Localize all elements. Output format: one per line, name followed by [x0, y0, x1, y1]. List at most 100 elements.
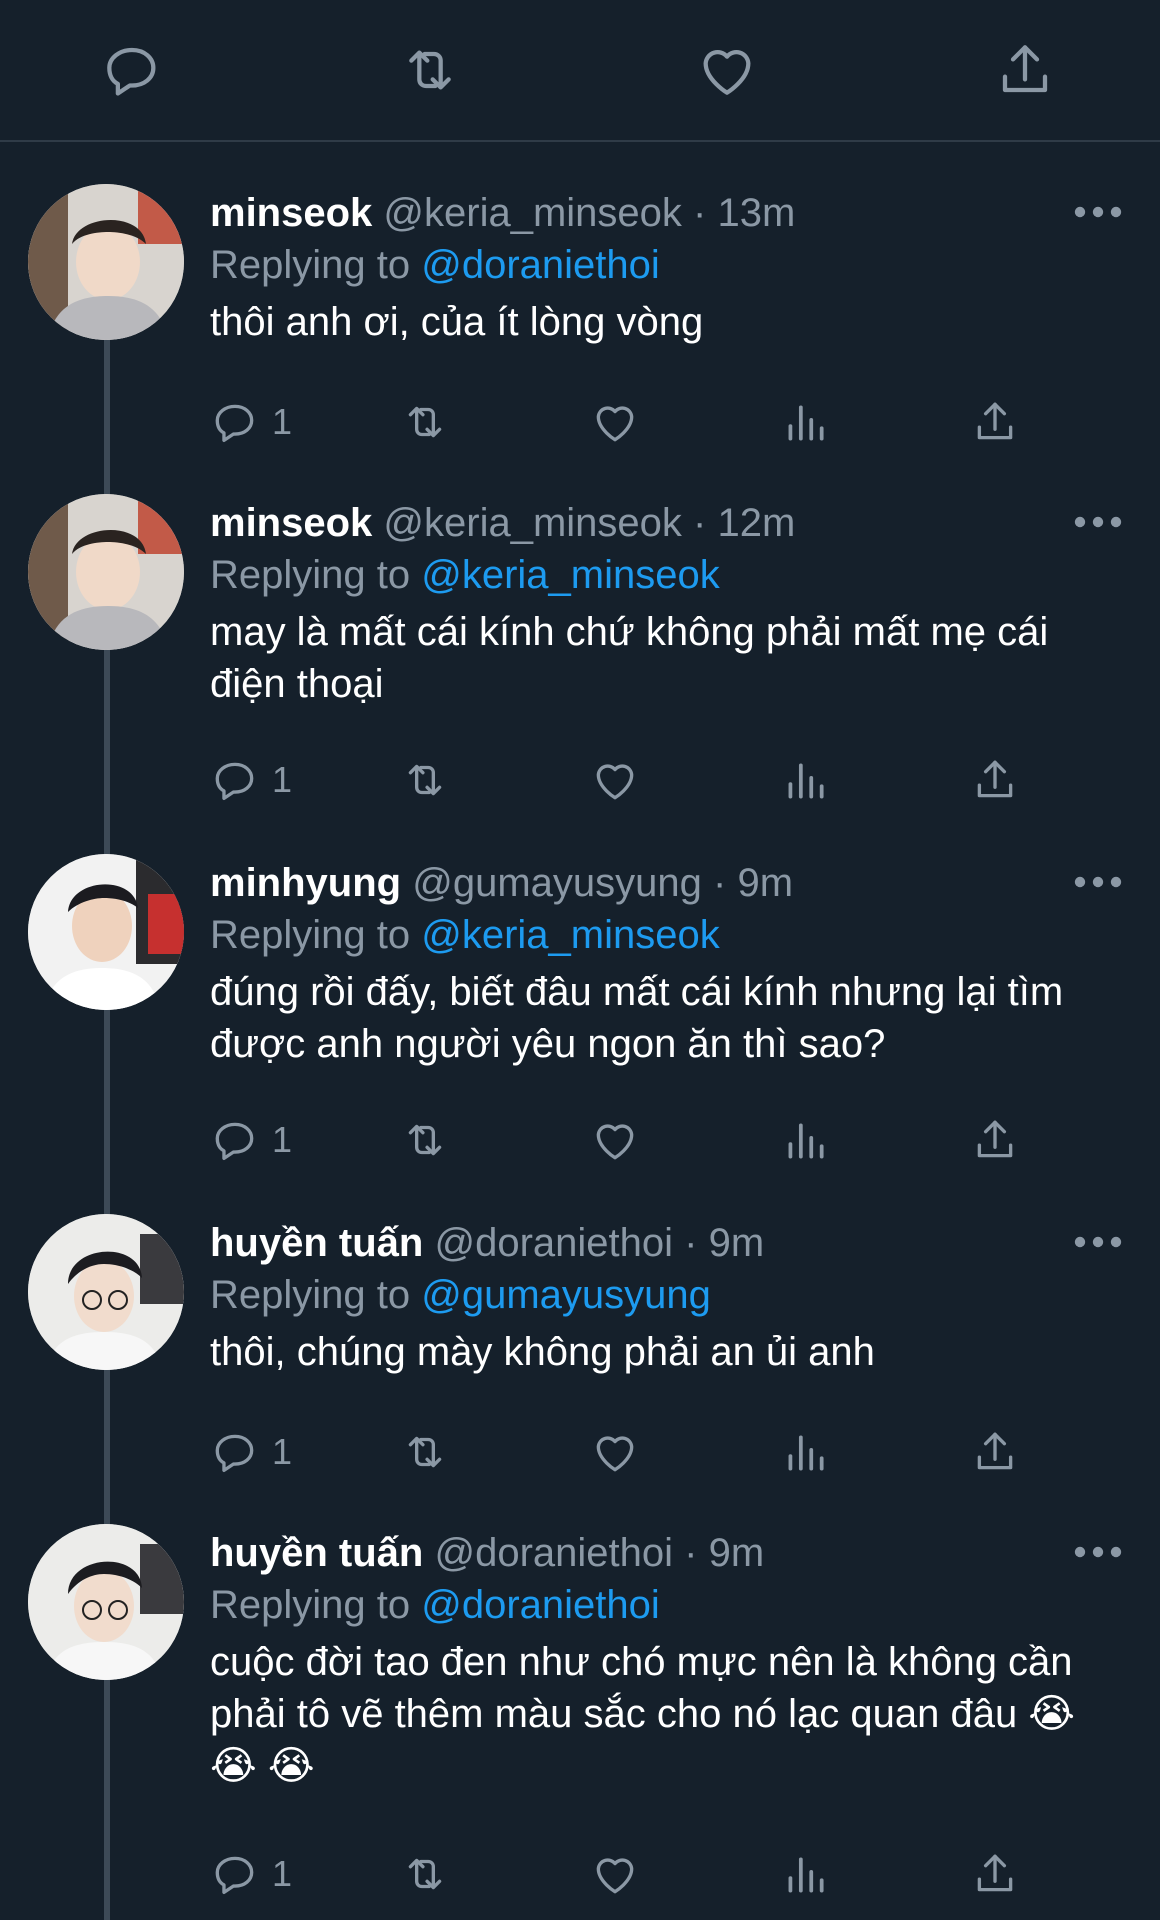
- retweet-button[interactable]: [400, 1422, 450, 1482]
- replying-to-handle[interactable]: @doraniethoi: [421, 243, 660, 287]
- display-name[interactable]: huyền tuấn: [210, 1221, 423, 1265]
- replying-to-label: Replying to: [210, 553, 411, 597]
- retweet-icon: [408, 1124, 442, 1156]
- main-share-button[interactable]: [993, 38, 1057, 102]
- reply-icon: [215, 762, 254, 800]
- like-button[interactable]: [590, 1422, 640, 1482]
- avatar[interactable]: [28, 1524, 184, 1680]
- share-button[interactable]: [970, 1844, 1020, 1904]
- display-name[interactable]: huyền tuấn: [210, 1531, 423, 1575]
- reply-header: minhyung @gumayusyung · 9m: [210, 858, 793, 908]
- share-button[interactable]: [970, 392, 1020, 452]
- tweet-text: cuộc đời tao đen như chó mực nên là khôn…: [210, 1640, 1076, 1788]
- like-icon: [596, 1858, 634, 1894]
- reply-button[interactable]: 1: [210, 1422, 292, 1482]
- replying-to-line: Replying to @keria_minseok: [210, 910, 720, 960]
- replying-to-handle[interactable]: @keria_minseok: [421, 553, 720, 597]
- reply-button[interactable]: 1: [210, 1844, 292, 1904]
- reply-icon: [107, 47, 156, 96]
- reply-button[interactable]: 1: [210, 750, 292, 810]
- reply-header: minseok @keria_minseok · 12m: [210, 498, 795, 548]
- retweet-icon: [408, 1858, 442, 1890]
- avatar[interactable]: [28, 854, 184, 1010]
- reply-count: 1: [272, 1853, 293, 1894]
- tweet-text: thôi anh ơi, của ít lòng vòng: [210, 300, 704, 344]
- retweet-icon: [408, 406, 442, 438]
- display-name[interactable]: minseok: [210, 501, 372, 545]
- replying-to-label: Replying to: [210, 1583, 411, 1627]
- retweet-button[interactable]: [400, 1844, 450, 1904]
- replying-to-handle[interactable]: @gumayusyung: [421, 1273, 711, 1317]
- main-reply-button[interactable]: [100, 38, 164, 102]
- reply-icon: [215, 1856, 254, 1894]
- replying-to-label: Replying to: [210, 1273, 411, 1317]
- user-handle: @doraniethoi: [434, 1531, 674, 1575]
- share-button[interactable]: [970, 1422, 1020, 1482]
- retweet-button[interactable]: [400, 392, 450, 452]
- analytics-button[interactable]: [780, 1110, 830, 1170]
- reply-button[interactable]: 1: [210, 392, 292, 452]
- timestamp[interactable]: 12m: [718, 501, 796, 545]
- analytics-icon: [788, 1435, 824, 1471]
- more-options-button[interactable]: [1070, 194, 1126, 230]
- more-options-button[interactable]: [1070, 1534, 1126, 1570]
- like-button[interactable]: [590, 1844, 640, 1904]
- avatar[interactable]: [28, 184, 184, 340]
- replying-to-label: Replying to: [210, 243, 411, 287]
- reply-header: huyền tuấn @doraniethoi · 9m: [210, 1528, 764, 1578]
- reply-icon: [215, 1434, 254, 1472]
- more-options-button[interactable]: [1070, 504, 1126, 540]
- reply-header: huyền tuấn @doraniethoi · 9m: [210, 1218, 764, 1268]
- like-button[interactable]: [590, 392, 640, 452]
- analytics-button[interactable]: [780, 1422, 830, 1482]
- tweet-text: thôi, chúng mày không phải an ủi anh: [210, 1330, 875, 1374]
- reply-action-bar: 1: [210, 1844, 1040, 1904]
- display-name[interactable]: minseok: [210, 191, 372, 235]
- like-icon: [596, 1124, 634, 1160]
- timestamp[interactable]: 9m: [737, 861, 793, 905]
- retweet-button[interactable]: [400, 750, 450, 810]
- separator-dot: ·: [693, 191, 707, 235]
- main-retweet-button[interactable]: [398, 38, 462, 102]
- retweet-button[interactable]: [400, 1110, 450, 1170]
- share-button[interactable]: [970, 1110, 1020, 1170]
- share-icon: [977, 760, 1013, 798]
- like-icon: [703, 50, 751, 95]
- share-icon: [977, 1854, 1013, 1892]
- analytics-icon: [788, 405, 824, 441]
- main-like-button[interactable]: [695, 38, 759, 102]
- replying-to-handle[interactable]: @keria_minseok: [421, 913, 720, 957]
- timestamp[interactable]: 9m: [709, 1221, 765, 1265]
- share-button[interactable]: [970, 750, 1020, 810]
- more-options-button[interactable]: [1070, 1224, 1126, 1260]
- main-tweet-action-bar: [0, 0, 1160, 142]
- replying-to-label: Replying to: [210, 913, 411, 957]
- analytics-icon: [788, 1123, 824, 1159]
- timestamp[interactable]: 9m: [709, 1531, 765, 1575]
- separator-dot: ·: [713, 861, 727, 905]
- share-icon: [977, 1432, 1013, 1470]
- avatar[interactable]: [28, 494, 184, 650]
- reply-count: 1: [272, 1431, 293, 1472]
- reply-action-bar: 1: [210, 1110, 1040, 1170]
- reply-header: minseok @keria_minseok · 13m: [210, 188, 795, 238]
- analytics-button[interactable]: [780, 1844, 830, 1904]
- analytics-button[interactable]: [780, 750, 830, 810]
- analytics-icon: [788, 763, 824, 799]
- replying-to-handle[interactable]: @doraniethoi: [421, 1583, 660, 1627]
- reply-button[interactable]: 1: [210, 1110, 292, 1170]
- timestamp[interactable]: 13m: [718, 191, 796, 235]
- more-dots-icon: [1074, 1546, 1122, 1558]
- reply-action-bar: 1: [210, 1422, 1040, 1482]
- more-dots-icon: [1074, 1236, 1122, 1248]
- more-options-button[interactable]: [1070, 864, 1126, 900]
- like-button[interactable]: [590, 750, 640, 810]
- display-name[interactable]: minhyung: [210, 861, 401, 905]
- more-dots-icon: [1074, 516, 1122, 528]
- avatar[interactable]: [28, 1214, 184, 1370]
- analytics-button[interactable]: [780, 392, 830, 452]
- replying-to-line: Replying to @keria_minseok: [210, 550, 720, 600]
- user-handle: @keria_minseok: [383, 501, 682, 545]
- separator-dot: ·: [684, 1221, 698, 1265]
- like-button[interactable]: [590, 1110, 640, 1170]
